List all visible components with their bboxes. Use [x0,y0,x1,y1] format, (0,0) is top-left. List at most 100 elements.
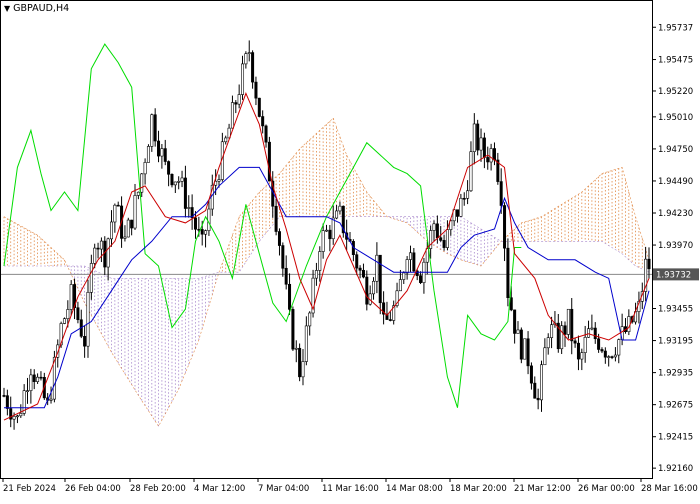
candle [432,220,436,242]
candle-body [439,237,443,241]
chart-svg[interactable]: 1.95737 1.95475 1.95220 1.95010 1.94750 1.944… [0,0,700,500]
candle-body [550,324,554,338]
y-tick-label: 1.95737 [658,23,693,33]
candle [32,369,36,390]
candle-body [402,272,406,280]
candle-body [321,230,325,252]
candle [224,135,228,145]
candle-body [160,148,164,157]
candle [466,180,470,205]
y-tick-label: 1.92415 [658,433,693,443]
dropdown-triangle-icon[interactable]: ▼ [4,4,10,13]
candle-body [388,319,392,321]
chart-area[interactable]: 1.95737 1.95475 1.95220 1.95010 1.94750 1.944… [0,0,700,500]
candle [519,327,523,364]
candle-body [570,308,574,342]
candle-body [318,251,322,271]
candle-body [365,276,369,305]
candle [472,113,476,165]
x-tick-label: 21 Feb 2024 [3,484,56,494]
candle-body [2,395,6,397]
candle-body [466,190,470,199]
candle [576,335,580,371]
candle [607,355,611,367]
y-tick-label: 1.92935 [658,369,693,379]
candle-body [298,347,302,378]
x-tick-label: 7 Mar 04:00 [258,484,309,494]
candle [234,100,238,114]
candle [163,139,167,166]
x-axis: 21 Feb 2024 26 Feb 04:00 28 Feb 20:00 4 Mar… [2,478,698,494]
y-tick-label: 1.94750 [658,145,693,155]
candle [193,211,197,239]
candle-body [533,382,537,399]
candle [587,320,591,338]
candle [73,278,77,320]
candle [526,331,530,375]
candle-body [600,349,604,352]
kijun-sen-line [4,166,650,409]
candle [69,280,73,316]
candle [398,269,402,292]
candle-body [580,352,584,360]
candle-body [355,254,359,269]
candle [456,209,460,223]
candle-body [536,397,540,401]
candle [180,170,184,188]
candle [419,271,423,285]
y-tick-label: 1.93455 [658,305,693,315]
candle-body [39,376,43,379]
candle-body [29,374,33,391]
candle [116,201,120,207]
y-axis: 1.95737 1.95475 1.95220 1.95010 1.94750 1.944… [652,23,699,474]
candle-body [69,284,73,310]
candle-body [587,328,591,338]
candle [583,325,587,363]
candle-body [136,191,140,196]
candle-body [408,252,412,260]
candle [513,309,517,344]
candle [311,269,315,318]
candle [251,50,255,89]
candle-body [123,236,127,239]
candle [442,234,446,251]
candle-body [173,181,177,186]
candle [173,181,177,194]
candle-body [459,197,463,217]
candle-body [429,230,433,249]
candle [529,362,533,390]
candle-body [83,336,87,347]
candle-body [425,248,429,263]
candle-body [492,148,496,161]
candle-body [251,52,255,83]
candle [580,348,584,371]
candle-body [32,374,36,382]
candle [637,291,641,324]
candle-body [539,364,543,401]
candle [516,321,520,334]
candle-body [563,325,567,335]
candle-body [76,307,80,321]
candle-body [294,347,298,350]
candle-body [247,52,251,54]
candle [361,263,365,279]
plot-frame [0,0,653,479]
candle-body [5,395,9,409]
candle-body [157,140,161,157]
candle [237,84,241,109]
candle-body [583,336,587,353]
candle-body [617,339,621,356]
candle-body [529,365,533,384]
candle [412,248,416,273]
candle [338,201,342,215]
candle [328,225,332,252]
candles [2,40,651,430]
candle [408,245,412,273]
candle [331,205,335,245]
candle [284,255,288,290]
candle [382,291,386,325]
y-tick-label: 1.95220 [658,87,693,97]
y-tick-label: 1.93970 [658,241,693,251]
candle-body [126,219,130,238]
candle [536,388,540,410]
